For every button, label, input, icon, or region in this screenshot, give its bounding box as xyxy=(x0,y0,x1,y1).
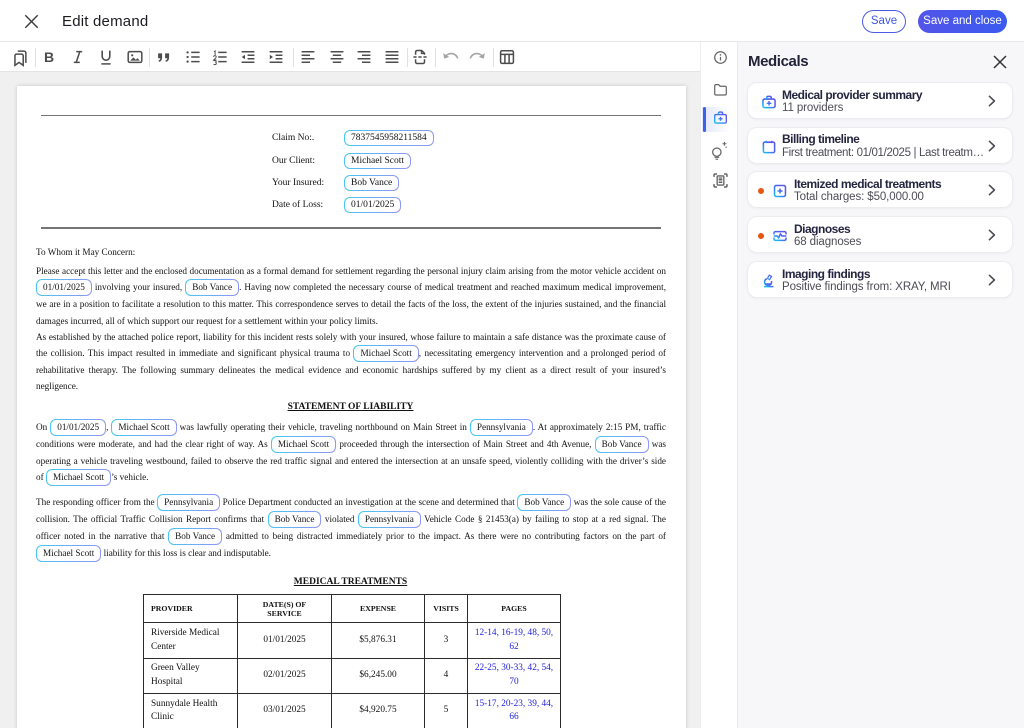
svg-text:B: B xyxy=(44,49,54,65)
